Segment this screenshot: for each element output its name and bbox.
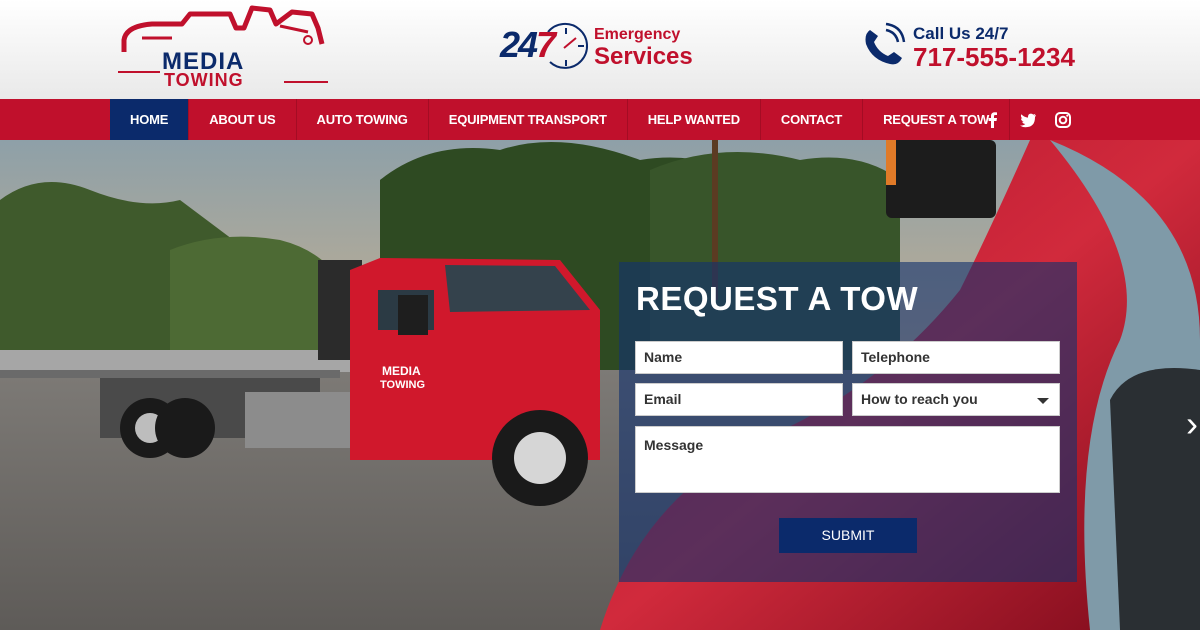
email-input[interactable]: Email: [635, 383, 843, 416]
name-input[interactable]: Name: [635, 341, 843, 374]
social-links: [983, 99, 1073, 140]
message-textarea[interactable]: Message: [635, 426, 1060, 493]
logo-text-towing: TOWING: [164, 70, 244, 90]
nav-item-equipment-transport[interactable]: EQUIPMENT TRANSPORT: [429, 99, 628, 140]
call-us-block[interactable]: Call Us 24/7 717-555-1234: [860, 20, 1100, 74]
truck-door-logo-media: MEDIA: [382, 364, 421, 378]
emergency-services-badge: 247 Emergency Services: [500, 22, 700, 72]
nav-item-about-us[interactable]: ABOUT US: [189, 99, 297, 140]
contact-method-select[interactable]: How to reach you: [852, 383, 1060, 416]
telephone-input[interactable]: Telephone: [852, 341, 1060, 374]
nav-item-home[interactable]: HOME: [110, 99, 190, 140]
site-header: MEDIA TOWING 247 Emergency Services Call…: [0, 0, 1200, 99]
contact-method-selected: How to reach you: [861, 391, 978, 407]
chevron-down-icon: [1037, 398, 1049, 404]
form-title: REQUEST A TOW: [636, 280, 919, 317]
emergency-label: Emergency: [594, 26, 681, 43]
twitter-icon[interactable]: [1018, 110, 1038, 130]
call-us-label: Call Us 24/7: [913, 24, 1009, 43]
request-tow-form: REQUEST A TOW Name Telephone Email How t…: [619, 262, 1077, 582]
services-label: Services: [594, 43, 693, 70]
main-navigation: HOME ABOUT US AUTO TOWING EQUIPMENT TRAN…: [0, 99, 1200, 140]
truck-door-logo-towing: TOWING: [380, 379, 425, 391]
nav-menu: HOME ABOUT US AUTO TOWING EQUIPMENT TRAN…: [110, 99, 1011, 140]
nav-item-auto-towing[interactable]: AUTO TOWING: [297, 99, 429, 140]
nav-item-help-wanted[interactable]: HELP WANTED: [628, 99, 761, 140]
hero-slider: MEDIA TOWING REQUEST A TOW Name Telephon…: [0, 140, 1200, 630]
phone-icon: [865, 22, 906, 65]
site-logo[interactable]: MEDIA TOWING: [112, 4, 332, 92]
facebook-icon[interactable]: [983, 110, 1003, 130]
instagram-icon[interactable]: [1053, 110, 1073, 130]
submit-button[interactable]: SUBMIT: [779, 518, 917, 553]
slider-next-arrow-icon[interactable]: ›: [1186, 406, 1198, 442]
24-7-label: 247: [500, 24, 556, 65]
nav-item-contact[interactable]: CONTACT: [761, 99, 864, 140]
phone-number[interactable]: 717-555-1234: [913, 42, 1075, 73]
